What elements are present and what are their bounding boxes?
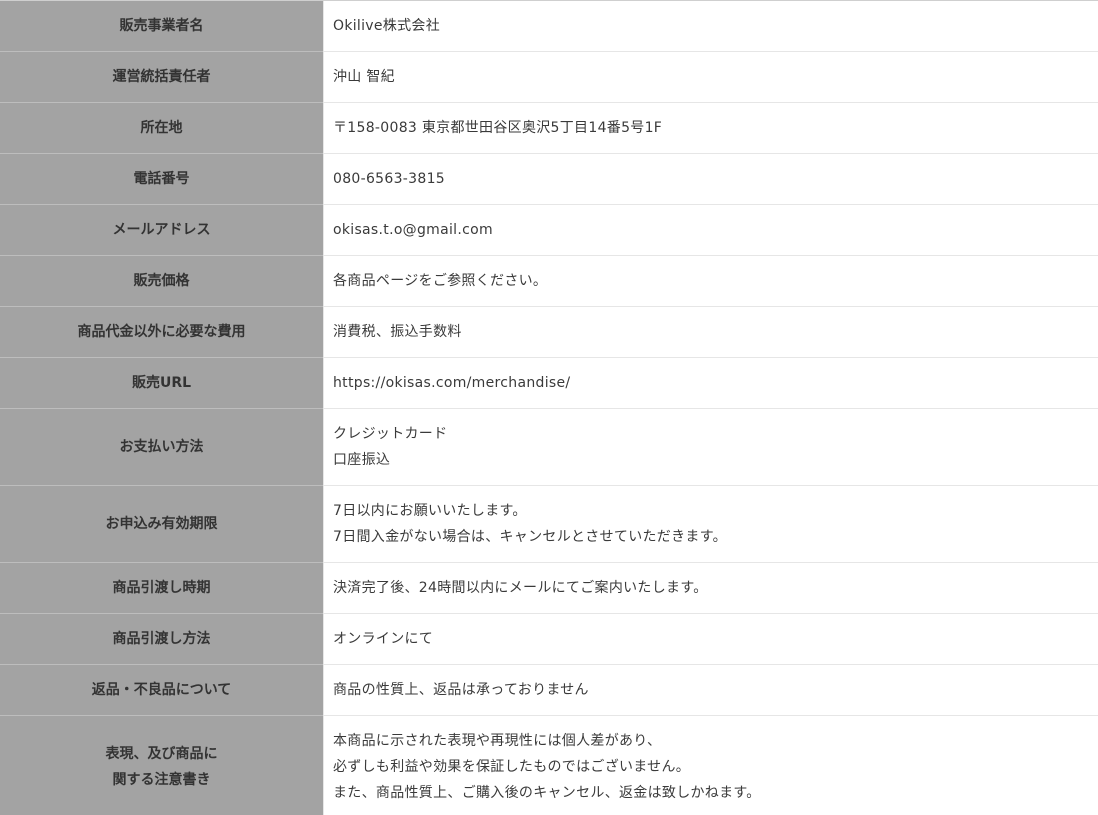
row-value-text: クレジットカード [333,426,448,442]
row-label-text: お申込み有効期限 [105,516,218,532]
row-label: 販売価格 [0,256,323,307]
table-row-seller-name: 販売事業者名 Okilive株式会社 [0,1,1098,52]
table-row-email: メールアドレス okisas.t.o@gmail.com [0,205,1098,256]
row-label-text: メールアドレス [112,222,211,238]
row-value-text: 商品の性質上、返品は承っておりません [333,682,589,698]
table-row-application-deadline: お申込み有効期限 7日以内にお願いいたします。 7日間入金がない場合は、キャンセ… [0,486,1098,563]
row-label-text: 商品引渡し方法 [112,631,211,647]
row-label-text: 関する注意書き [112,771,211,788]
row-label: 表現、及び商品に 関する注意書き [0,716,323,815]
row-value-text: 消費税、振込手数料 [333,324,462,340]
row-label: 所在地 [0,103,323,154]
row-value: 本商品に示された表現や再現性には個人差があり、 必ずしも利益や効果を保証したもの… [323,716,1098,815]
row-value-text: また、商品性質上、ご購入後のキャンセル、返金は致しかねます。 [333,784,761,801]
legal-notice-table: 販売事業者名 Okilive株式会社 運営統括責任者 沖山 智紀 所在地 〒15… [0,0,1098,815]
row-value: 商品の性質上、返品は承っておりません [323,665,1098,716]
row-value-text: 7日間入金がない場合は、キャンセルとさせていただきます。 [333,529,727,545]
row-label: メールアドレス [0,205,323,256]
row-value-text: 〒158-0083 東京都世田谷区奥沢5丁目14番5号1F [333,120,663,136]
row-label-text: 商品引渡し時期 [112,580,211,596]
row-label-text: 販売価格 [133,273,190,289]
row-value-text: Okilive株式会社 [333,18,440,34]
table-row-returns: 返品・不良品について 商品の性質上、返品は承っておりません [0,665,1098,716]
table-row-address: 所在地 〒158-0083 東京都世田谷区奥沢5丁目14番5号1F [0,103,1098,154]
row-value: https://okisas.com/merchandise/ [323,358,1098,409]
row-value: okisas.t.o@gmail.com [323,205,1098,256]
row-label-text: 販売事業者名 [119,18,204,34]
row-label-text: 表現、及び商品に [105,745,218,762]
row-label-text: 販売URL [131,375,192,391]
table-row-sales-url: 販売URL https://okisas.com/merchandise/ [0,358,1098,409]
row-label: 商品代金以外に必要な費用 [0,307,323,358]
row-value-text: okisas.t.o@gmail.com [333,222,493,238]
row-value: クレジットカード 口座振込 [323,409,1098,486]
row-label: 販売事業者名 [0,1,323,52]
row-value: オンラインにて [323,614,1098,665]
row-value: 決済完了後、24時間以内にメールにてご案内いたします。 [323,563,1098,614]
row-value: Okilive株式会社 [323,1,1098,52]
row-label: 商品引渡し方法 [0,614,323,665]
row-label-text: 運営統括責任者 [112,69,211,85]
row-value-text: 口座振込 [333,452,391,468]
row-value-text: 080-6563-3815 [333,171,445,187]
table-row-payment-method: お支払い方法 クレジットカード 口座振込 [0,409,1098,486]
row-value: 7日以内にお願いいたします。 7日間入金がない場合は、キャンセルとさせていただき… [323,486,1098,563]
row-label: 電話番号 [0,154,323,205]
row-label-text: 所在地 [140,120,183,136]
row-value-text: 7日以内にお願いいたします。 [333,503,527,519]
row-value: 080-6563-3815 [323,154,1098,205]
table-row-additional-fees: 商品代金以外に必要な費用 消費税、振込手数料 [0,307,1098,358]
table-row-operations-manager: 運営統括責任者 沖山 智紀 [0,52,1098,103]
table-row-delivery-method: 商品引渡し方法 オンラインにて [0,614,1098,665]
table-row-price: 販売価格 各商品ページをご参照ください。 [0,256,1098,307]
row-label-text: 返品・不良品について [91,682,232,698]
row-value-text: https://okisas.com/merchandise/ [333,375,571,391]
row-value-text: オンラインにて [333,631,434,647]
row-label-text: 電話番号 [133,171,190,187]
row-label: 運営統括責任者 [0,52,323,103]
row-value-text: 各商品ページをご参照ください。 [333,273,548,289]
row-label: 返品・不良品について [0,665,323,716]
table-row-phone: 電話番号 080-6563-3815 [0,154,1098,205]
row-value-text: 沖山 智紀 [333,69,395,85]
table-row-delivery-timing: 商品引渡し時期 決済完了後、24時間以内にメールにてご案内いたします。 [0,563,1098,614]
row-value-text: 本商品に示された表現や再現性には個人差があり、 [333,732,662,749]
table-row-disclaimer: 表現、及び商品に 関する注意書き 本商品に示された表現や再現性には個人差があり、… [0,716,1098,815]
row-label-text: お支払い方法 [119,439,204,455]
row-label: 販売URL [0,358,323,409]
row-label: 商品引渡し時期 [0,563,323,614]
row-value: 沖山 智紀 [323,52,1098,103]
row-value-text: 必ずしも利益や効果を保証したものではございません。 [333,758,691,775]
row-label-text: 商品代金以外に必要な費用 [77,324,246,340]
row-value: 消費税、振込手数料 [323,307,1098,358]
row-value: 〒158-0083 東京都世田谷区奥沢5丁目14番5号1F [323,103,1098,154]
row-value: 各商品ページをご参照ください。 [323,256,1098,307]
row-label: お支払い方法 [0,409,323,486]
row-label: お申込み有効期限 [0,486,323,563]
row-value-text: 決済完了後、24時間以内にメールにてご案内いたします。 [333,580,708,596]
